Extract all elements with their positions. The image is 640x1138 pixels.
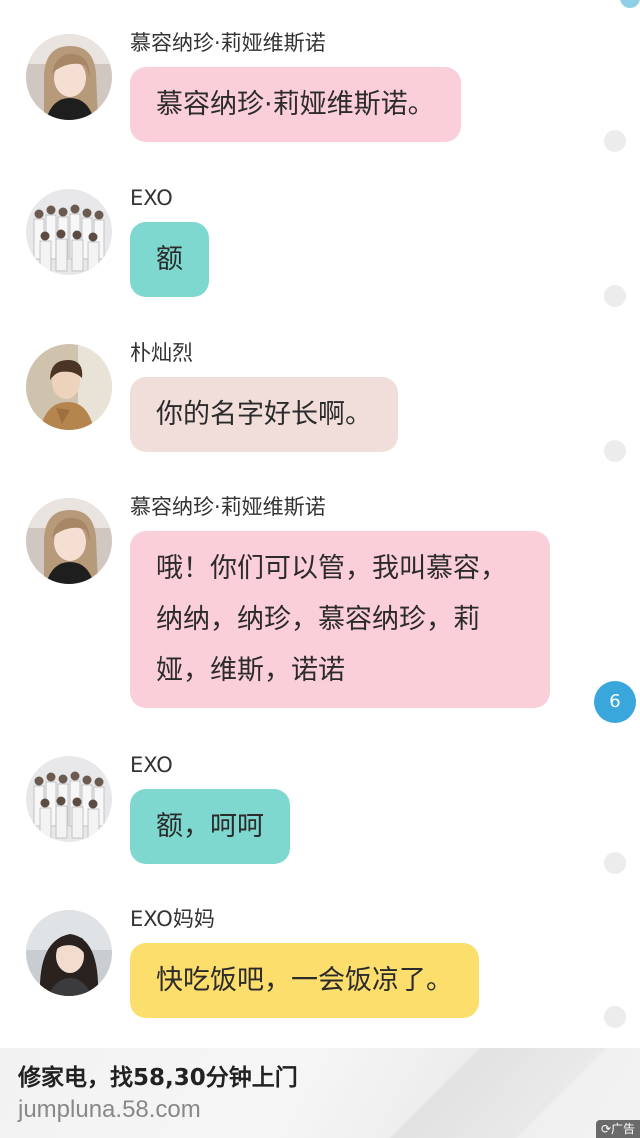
ad-title[interactable]: 修家电，找58,30分钟上门 bbox=[18, 1058, 298, 1092]
girl-avatar-icon bbox=[26, 34, 112, 120]
message-bubble[interactable]: 快吃饭吧，一会饭凉了。 bbox=[130, 943, 479, 1018]
message-bubble[interactable]: 额 bbox=[130, 222, 209, 297]
avatar[interactable] bbox=[26, 498, 112, 584]
woman-avatar-icon bbox=[26, 910, 112, 996]
message-bubble[interactable]: 额，呵呵 bbox=[130, 789, 290, 864]
read-status-dot bbox=[604, 440, 626, 462]
sender-name: EXO妈妈 bbox=[130, 907, 215, 931]
avatar[interactable] bbox=[26, 910, 112, 996]
group-photo-icon bbox=[26, 756, 112, 842]
sender-name: EXO bbox=[130, 753, 173, 777]
message-bubble[interactable]: 你的名字好长啊。 bbox=[130, 377, 398, 452]
girl-avatar-icon bbox=[26, 498, 112, 584]
avatar[interactable] bbox=[26, 344, 112, 430]
sender-name: 慕容纳珍·莉娅维斯诺 bbox=[130, 495, 326, 519]
boy-avatar-icon bbox=[26, 344, 112, 430]
avatar[interactable] bbox=[26, 756, 112, 842]
unread-count-badge[interactable]: 6 bbox=[594, 681, 636, 723]
group-photo-icon bbox=[26, 189, 112, 275]
ad-label-badge: ⟳广告 bbox=[595, 1120, 640, 1138]
chat-screen: 慕容纳珍·莉娅维斯诺 慕容纳珍·莉娅维斯诺。 EXO 额 朴灿烈 你的名字好长啊… bbox=[0, 0, 640, 1138]
sender-name: 朴灿烈 bbox=[130, 341, 193, 365]
read-status-dot bbox=[604, 852, 626, 874]
read-status-dot bbox=[604, 1006, 626, 1028]
message-bubble[interactable]: 慕容纳珍·莉娅维斯诺。 bbox=[130, 67, 461, 142]
ad-banner[interactable]: 修家电，找58,30分钟上门 jumpluna.58.com ⟳广告 bbox=[0, 1048, 640, 1138]
sender-name: 慕容纳珍·莉娅维斯诺 bbox=[130, 31, 326, 55]
message-bubble[interactable]: 哦！你们可以管，我叫慕容，纳纳，纳珍，慕容纳珍，莉娅，维斯，诺诺 bbox=[130, 531, 550, 708]
avatar[interactable] bbox=[26, 189, 112, 275]
read-status-dot bbox=[604, 285, 626, 307]
sender-name: EXO bbox=[130, 186, 173, 210]
ad-url[interactable]: jumpluna.58.com bbox=[18, 1096, 201, 1124]
avatar[interactable] bbox=[26, 34, 112, 120]
read-status-dot bbox=[604, 130, 626, 152]
ad-background-decoration bbox=[310, 1048, 640, 1138]
top-partial-badge bbox=[620, 0, 640, 8]
